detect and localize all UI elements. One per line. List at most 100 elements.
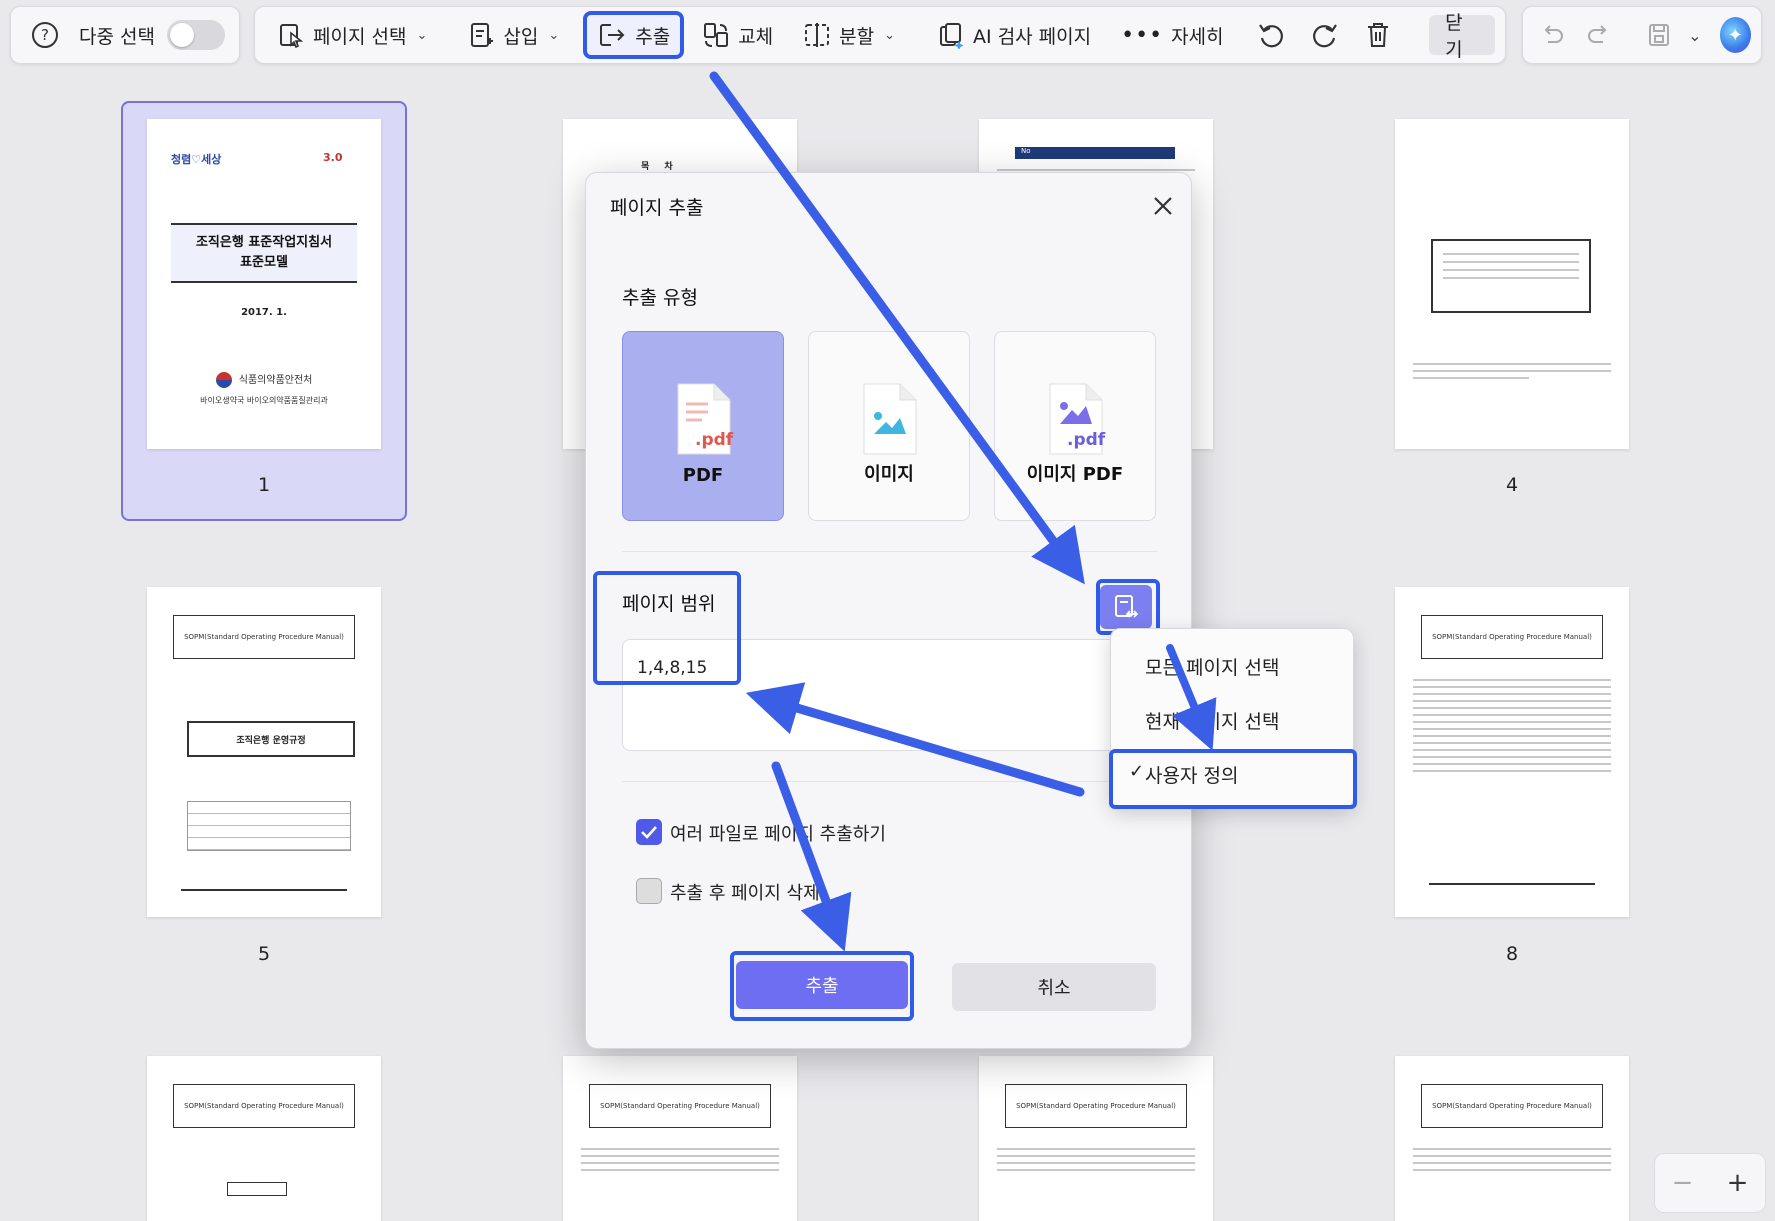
zoom-out-button[interactable]: − bbox=[1672, 1168, 1694, 1198]
save-button[interactable] bbox=[1640, 13, 1678, 57]
page-number-8: 8 bbox=[1505, 943, 1519, 965]
page-thumbnail-11[interactable]: SOPM(Standard Operating Procedure Manual… bbox=[979, 1056, 1213, 1221]
dropdown-item-current-page[interactable]: 현재 페이지 선택 bbox=[1145, 707, 1279, 734]
range-options-highlight bbox=[1096, 579, 1160, 635]
divider bbox=[622, 551, 1157, 552]
toolbar-right: ⌄ ✦ bbox=[1522, 6, 1762, 64]
page-thumbnail-10[interactable]: SOPM(Standard Operating Procedure Manual… bbox=[563, 1056, 797, 1221]
org-chart bbox=[227, 1182, 287, 1196]
range-dropdown-menu: 모든 페이지 선택 현재 페이지 선택 ✓ 사용자 정의 bbox=[1109, 628, 1357, 809]
doc-line bbox=[997, 1162, 1195, 1164]
divider bbox=[622, 781, 1157, 782]
cover-date: 2017. 1. bbox=[241, 307, 287, 318]
save-icon bbox=[1648, 24, 1669, 46]
page-range-highlight bbox=[593, 571, 741, 685]
doc-line bbox=[997, 1169, 1195, 1171]
page-thumbnail-9[interactable]: SOPM(Standard Operating Procedure Manual… bbox=[147, 1056, 381, 1221]
page-thumbnail-4[interactable] bbox=[1395, 119, 1629, 449]
delete-after-checkbox[interactable] bbox=[636, 878, 662, 904]
chevron-down-icon: ⌄ bbox=[416, 27, 428, 43]
cover-emblem-icon: 3.0 bbox=[323, 151, 343, 164]
undo-button[interactable] bbox=[1533, 13, 1571, 57]
pdf-ext-label: .pdf bbox=[695, 430, 734, 450]
doc-line bbox=[997, 1155, 1195, 1157]
cursor-page-icon bbox=[280, 24, 304, 49]
replace-label: 교체 bbox=[738, 25, 774, 48]
dialog-close-button[interactable] bbox=[1148, 191, 1178, 221]
page-number-4: 4 bbox=[1505, 474, 1519, 496]
more-button[interactable]: ••• 자세히 bbox=[1109, 13, 1235, 57]
doc-line bbox=[1413, 742, 1611, 744]
insert-page-icon bbox=[471, 23, 494, 47]
cover-org-name: 식품의약품안전처 bbox=[147, 371, 381, 388]
split-button[interactable]: 분할 ⌄ bbox=[791, 13, 907, 57]
split-label: 분할 bbox=[839, 25, 875, 48]
ai-page-icon bbox=[940, 23, 964, 49]
cancel-button[interactable]: 취소 bbox=[952, 963, 1156, 1011]
close-label: 닫기 bbox=[1445, 12, 1463, 61]
doc-line bbox=[997, 169, 1195, 171]
type-card-image-pdf[interactable]: .pdf 이미지 PDF bbox=[994, 331, 1156, 521]
save-options-chevron-icon[interactable]: ⌄ bbox=[1688, 26, 1701, 45]
page-thumbnail-1[interactable]: 청렴♡세상 3.0 조직은행 표준작업지침서 표준모델 2017. 1. 식품의… bbox=[147, 119, 381, 449]
cover-org-2: 바이오생약국 바이오의약품품질관리과 bbox=[200, 396, 328, 405]
page-select-button[interactable]: 페이지 선택 ⌄ bbox=[265, 13, 439, 57]
extract-button[interactable]: 추출 bbox=[583, 11, 685, 59]
rotate-right-button[interactable] bbox=[1304, 13, 1347, 57]
cover-org-1: 식품의약품안전처 bbox=[238, 375, 313, 386]
doc-line bbox=[1413, 1148, 1611, 1150]
multi-select-toggle[interactable] bbox=[166, 20, 225, 50]
rotate-left-button[interactable] bbox=[1250, 13, 1293, 57]
zoom-in-button[interactable]: + bbox=[1727, 1168, 1749, 1198]
toc-title: 목 차 bbox=[641, 162, 679, 172]
page-thumbnail-12[interactable]: SOPM(Standard Operating Procedure Manual… bbox=[1395, 1056, 1629, 1221]
doc-line bbox=[1413, 770, 1611, 772]
close-icon bbox=[1154, 197, 1172, 215]
type-card-pdf[interactable]: .pdf PDF bbox=[622, 331, 784, 521]
redo-button[interactable] bbox=[1579, 13, 1617, 57]
page-number-1: 1 bbox=[257, 474, 271, 496]
doc-line bbox=[1443, 261, 1579, 263]
doc-line bbox=[1413, 728, 1611, 730]
image-file-icon bbox=[863, 383, 917, 455]
sop-header: SOPM(Standard Operating Procedure Manual… bbox=[1421, 1084, 1603, 1128]
delete-button[interactable] bbox=[1357, 13, 1400, 57]
insert-button[interactable]: 삽입 ⌄ bbox=[455, 13, 571, 57]
cover-title-line-1: 조직은행 표준작업지침서 bbox=[195, 235, 333, 250]
doc-line bbox=[1413, 363, 1611, 365]
replace-page-icon bbox=[704, 23, 729, 47]
doc-line bbox=[1413, 763, 1611, 765]
cover-logo-text: 청렴♡세상 bbox=[171, 153, 222, 166]
doc-line bbox=[1413, 1169, 1611, 1171]
page-thumbnail-8[interactable]: SOPM(Standard Operating Procedure Manual… bbox=[1395, 587, 1629, 917]
doc-line bbox=[1413, 700, 1611, 702]
split-page-icon bbox=[805, 23, 830, 47]
doc-line bbox=[1413, 735, 1611, 737]
footer-line bbox=[181, 889, 347, 891]
cover-title: 조직은행 표준작업지침서 표준모델 bbox=[171, 223, 357, 284]
doc-line bbox=[1413, 686, 1611, 688]
rotate-right-icon bbox=[1313, 24, 1338, 48]
doc-line bbox=[1413, 707, 1611, 709]
ai-assistant-avatar[interactable]: ✦ bbox=[1719, 17, 1751, 53]
doc-line bbox=[1413, 370, 1611, 372]
doc-line bbox=[1413, 721, 1611, 723]
close-button[interactable]: 닫기 bbox=[1429, 12, 1495, 61]
doc-line bbox=[581, 1162, 779, 1164]
ai-inspect-button[interactable]: AI 검사 페이지 bbox=[925, 13, 1103, 57]
type-card-pdf-label: PDF bbox=[682, 465, 724, 486]
replace-button[interactable]: 교체 bbox=[690, 13, 785, 57]
table-header-cell: No bbox=[1015, 147, 1175, 159]
image-pdf-ext-label: .pdf bbox=[1067, 430, 1106, 450]
question-circle-icon: ? bbox=[32, 22, 58, 48]
type-card-image[interactable]: 이미지 bbox=[808, 331, 970, 521]
chevron-down-icon: ⌄ bbox=[548, 27, 560, 43]
doc-line bbox=[581, 1169, 779, 1171]
help-button[interactable]: ? bbox=[23, 13, 67, 57]
page-thumbnail-5[interactable]: SOPM(Standard Operating Procedure Manual… bbox=[147, 587, 381, 917]
dropdown-item-all-pages[interactable]: 모든 페이지 선택 bbox=[1145, 653, 1279, 680]
doc-line bbox=[581, 1155, 779, 1157]
taegeuk-icon bbox=[215, 372, 232, 388]
multi-file-checkbox[interactable] bbox=[636, 819, 662, 845]
dialog-title: 페이지 추출 bbox=[610, 197, 704, 219]
